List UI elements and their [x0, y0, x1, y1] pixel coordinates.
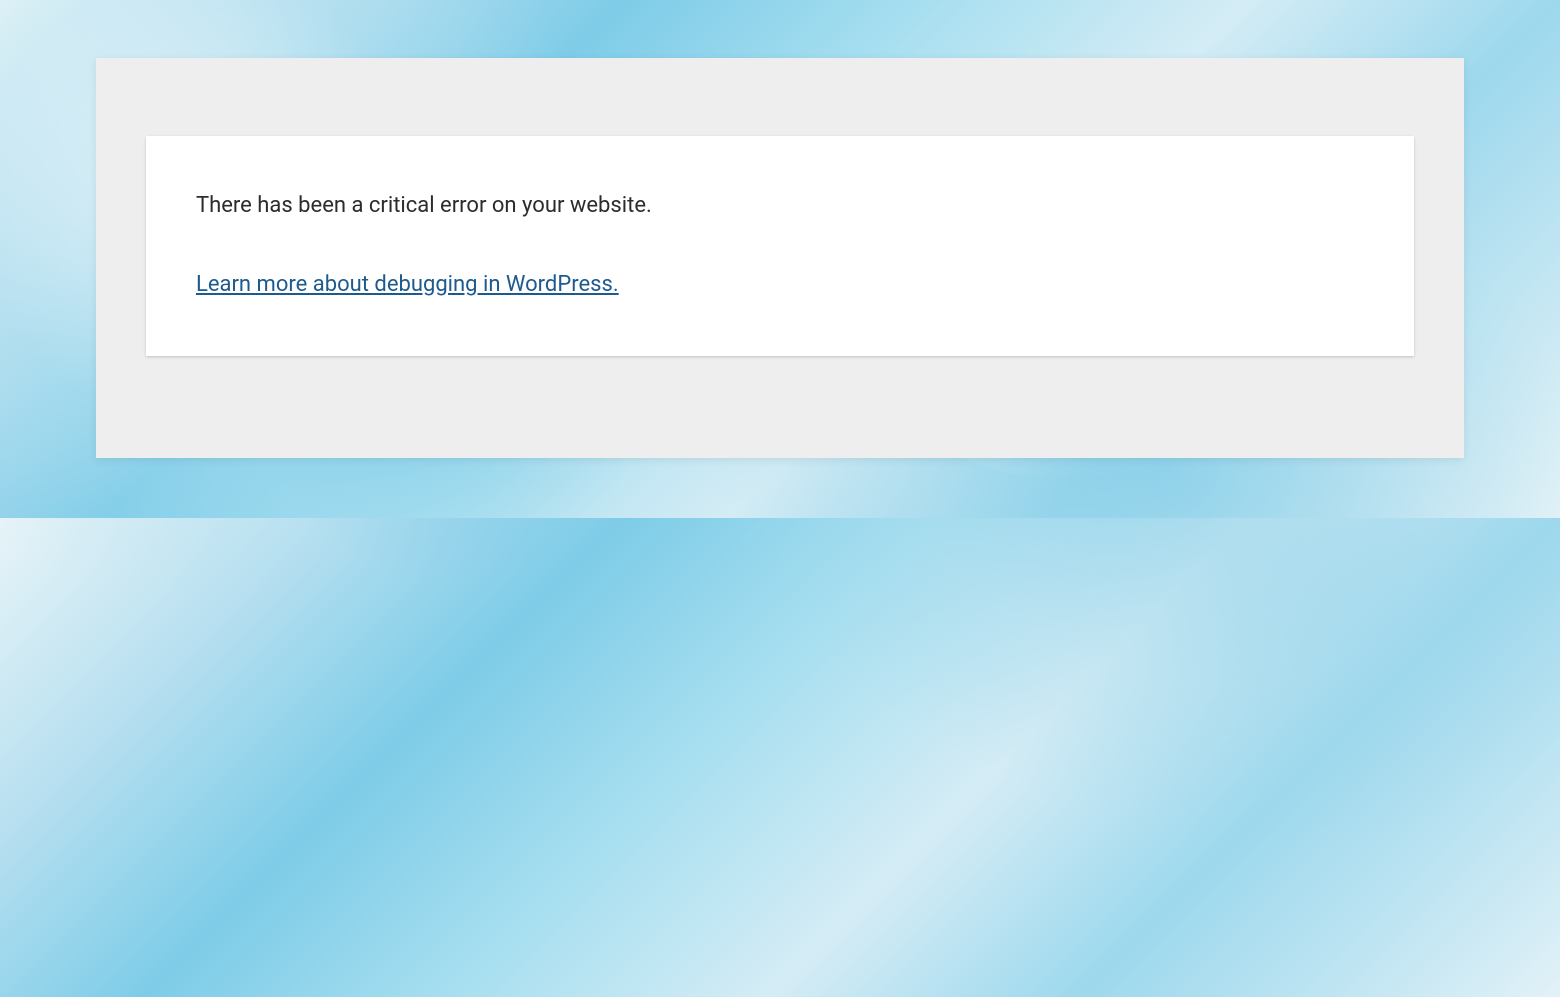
error-card: There has been a critical error on your … — [146, 136, 1414, 356]
error-page-container: There has been a critical error on your … — [96, 58, 1464, 458]
debug-link[interactable]: Learn more about debugging in WordPress. — [196, 272, 619, 297]
error-message-text: There has been a critical error on your … — [196, 191, 1364, 222]
